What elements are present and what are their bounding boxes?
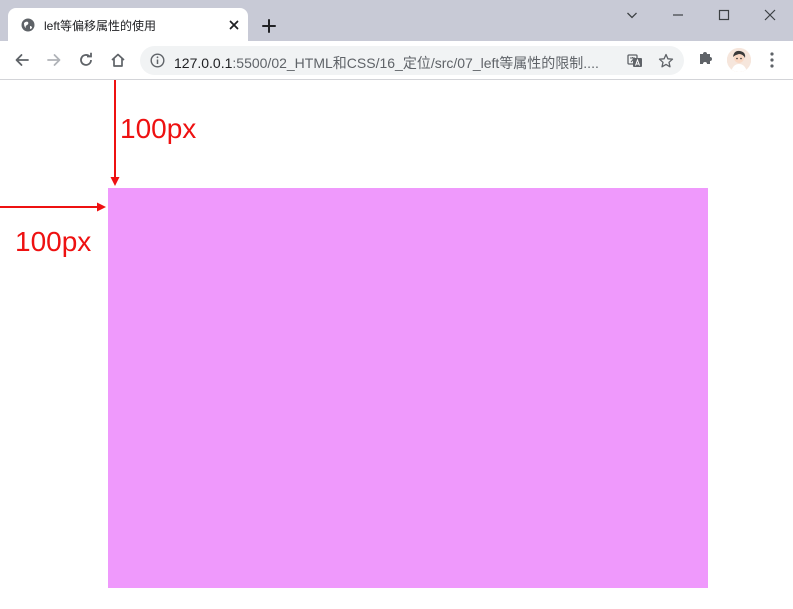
- top-offset-label: 100px: [120, 113, 197, 144]
- toolbar: 127.0.0.1:5500/02_HTML和CSS/16_定位/src/07_…: [0, 41, 793, 80]
- tab-strip: left等偏移属性的使用: [0, 0, 793, 41]
- url-text: 127.0.0.1:5500/02_HTML和CSS/16_定位/src/07_…: [174, 53, 614, 73]
- forward-arrow-icon: [47, 54, 61, 66]
- tab-active[interactable]: left等偏移属性的使用: [8, 8, 248, 41]
- tab-search-button[interactable]: [609, 0, 655, 30]
- offset-arrows: [0, 80, 120, 212]
- back-arrow-icon: [15, 54, 29, 66]
- tab-title: left等偏移属性的使用: [44, 19, 157, 33]
- left-offset-label: 100px: [15, 226, 92, 257]
- reload-icon: [80, 52, 92, 66]
- puzzle-icon[interactable]: [697, 49, 717, 69]
- page-viewport: 100px 100px: [0, 80, 793, 609]
- url-path: :5500/02_HTML和CSS/16_定位/src/07_left等属性的限…: [232, 55, 599, 71]
- forward-button[interactable]: [42, 48, 66, 72]
- url-host: 127.0.0.1: [174, 55, 233, 71]
- avatar[interactable]: [727, 48, 751, 72]
- reload-button[interactable]: [74, 48, 98, 72]
- minimize-icon: [673, 14, 683, 16]
- star-icon[interactable]: [658, 53, 674, 69]
- close-icon[interactable]: [226, 17, 242, 33]
- minimize-button[interactable]: [655, 0, 701, 30]
- maximize-icon: [718, 9, 730, 21]
- browser-window: left等偏移属性的使用 127.0.0.1:5500/02_HTML和CSS/…: [0, 0, 793, 609]
- globe-icon: [21, 18, 35, 32]
- address-bar[interactable]: 127.0.0.1:5500/02_HTML和CSS/16_定位/src/07_…: [140, 46, 684, 75]
- close-icon: [764, 9, 776, 21]
- top-offset-arrow: [110, 80, 120, 186]
- home-button[interactable]: [106, 48, 130, 72]
- left-offset-arrow: [0, 202, 106, 212]
- chevron-down-icon: [627, 12, 637, 19]
- translate-icon[interactable]: [627, 53, 643, 69]
- kebab-menu-icon[interactable]: [764, 50, 780, 70]
- home-icon: [111, 53, 125, 67]
- info-icon[interactable]: [150, 53, 165, 73]
- close-window-button[interactable]: [747, 0, 793, 30]
- maximize-button[interactable]: [701, 0, 747, 30]
- new-tab-button[interactable]: [259, 16, 279, 36]
- back-button[interactable]: [10, 48, 34, 72]
